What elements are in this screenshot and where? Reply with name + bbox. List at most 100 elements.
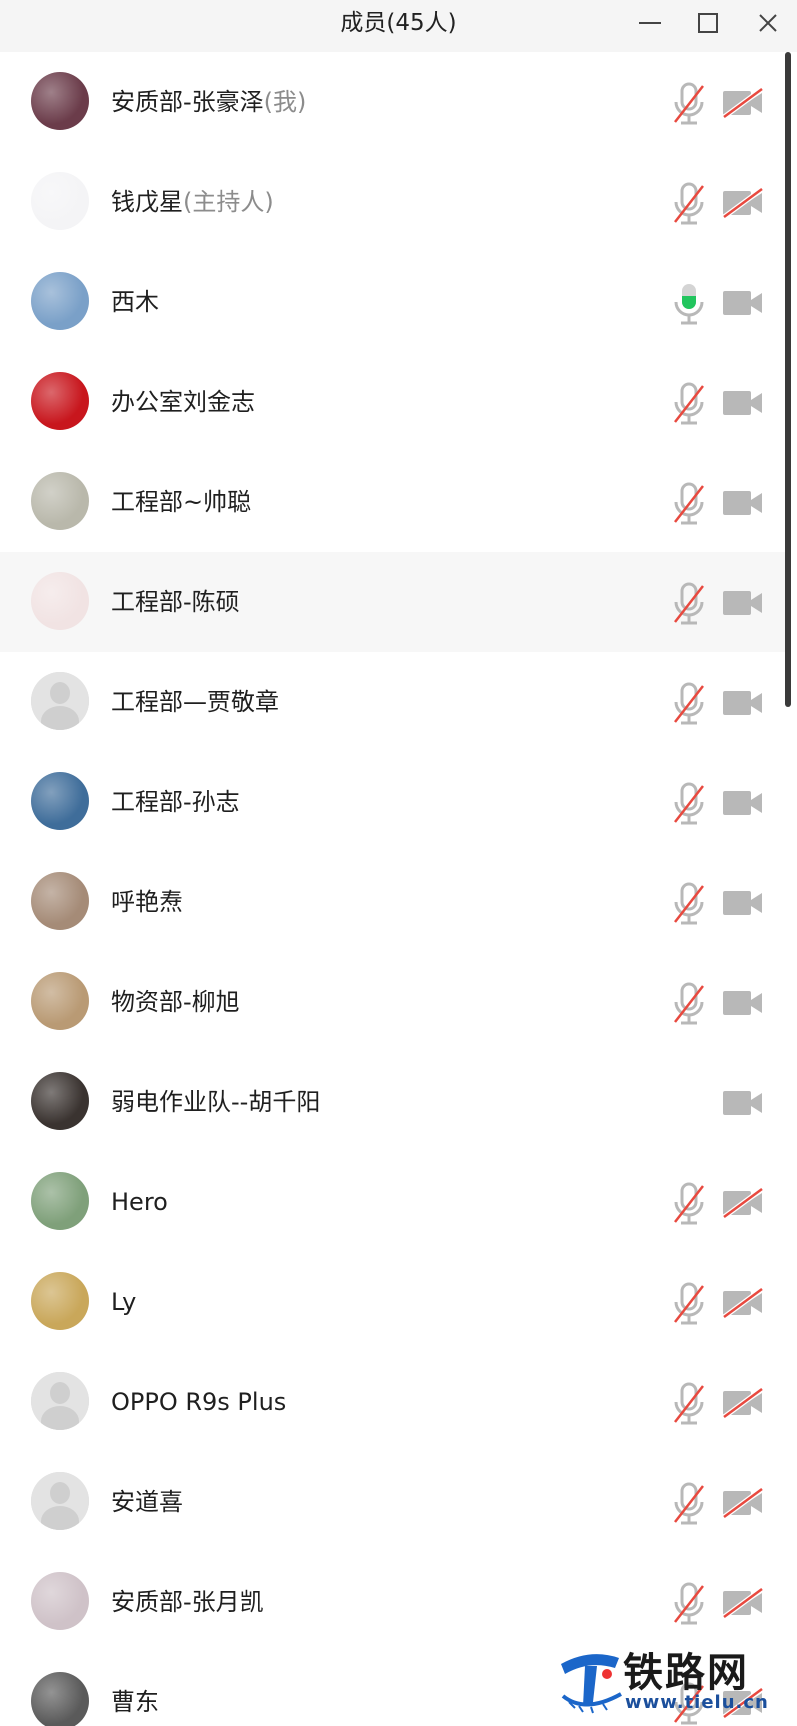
avatar [31,372,89,430]
camera-icon[interactable] [722,788,764,818]
microphone-icon[interactable] [672,1482,706,1526]
avatar [31,472,89,530]
member-row[interactable]: 物资部-柳旭 [0,952,786,1052]
microphone-icon[interactable] [672,482,706,526]
microphone-icon[interactable] [672,1182,706,1226]
camera-icon[interactable] [722,1488,764,1518]
microphone-icon[interactable] [672,782,706,826]
member-row[interactable]: 弱电作业队--胡千阳 [0,1052,786,1152]
member-name-text: 安质部-张豪泽 [111,88,264,116]
default-avatar-icon [31,1472,89,1530]
member-row[interactable]: 安质部-张月凯 [0,1552,786,1652]
avatar [31,72,89,130]
member-name-text: 工程部~帅聪 [111,488,252,516]
member-name-text: 呼艳焘 [111,888,183,916]
microphone-icon[interactable] [672,1282,706,1326]
avatar [31,1072,89,1130]
member-role: (我) [263,88,307,116]
microphone-icon[interactable] [672,82,706,126]
member-name-text: Ly [111,1288,137,1316]
avatar [31,1672,89,1726]
close-icon [759,14,777,32]
member-name-text: 西木 [111,288,159,316]
avatar [31,1272,89,1330]
member-name-text: 物资部-柳旭 [111,988,240,1016]
member-row[interactable]: 安道喜 [0,1452,786,1552]
member-row[interactable]: OPPO R9s Plus [0,1352,786,1452]
member-row[interactable]: 工程部—贾敬章 [0,652,786,752]
member-name-text: 弱电作业队--胡千阳 [111,1088,321,1116]
camera-icon[interactable] [722,288,764,318]
minimize-button[interactable] [628,6,672,40]
watermark-brand: 铁路网 [623,1650,749,1696]
tielu-logo-icon [561,1654,622,1714]
microphone-icon[interactable] [672,282,706,326]
member-row[interactable]: 工程部-孙志 [0,752,786,852]
member-row[interactable]: 工程部-陈硕 [0,552,786,652]
microphone-icon[interactable] [672,1382,706,1426]
member-name-text: 工程部—贾敬章 [111,688,279,716]
member-row[interactable]: Hero [0,1152,786,1252]
microphone-icon[interactable] [672,982,706,1026]
member-name-text: 工程部-陈硕 [111,588,240,616]
avatar [31,972,89,1030]
member-name: 曹东 [111,1652,159,1726]
camera-icon[interactable] [722,1188,764,1218]
member-name: 物资部-柳旭 [111,952,240,1052]
camera-icon[interactable] [722,588,764,618]
member-name: 安质部-张豪泽(我) [111,52,306,152]
microphone-icon[interactable] [672,582,706,626]
camera-icon[interactable] [722,1388,764,1418]
camera-icon[interactable] [722,388,764,418]
avatar [31,872,89,930]
member-name: OPPO R9s Plus [111,1352,286,1452]
watermark-url: www.tielu.cn [625,1692,769,1713]
member-row[interactable]: Ly [0,1252,786,1352]
microphone-icon[interactable] [672,882,706,926]
member-name: 安道喜 [111,1452,183,1552]
member-row[interactable]: 西木 [0,252,786,352]
avatar [31,772,89,830]
default-avatar-icon [31,672,89,730]
maximize-icon [698,13,718,33]
member-name-text: 安质部-张月凯 [111,1588,264,1616]
member-name: 工程部—贾敬章 [111,652,279,752]
member-name: 呼艳焘 [111,852,183,952]
scrollbar-thumb[interactable] [785,52,791,707]
microphone-icon[interactable] [672,382,706,426]
camera-icon[interactable] [722,1088,764,1118]
member-row[interactable]: 呼艳焘 [0,852,786,952]
minimize-icon [639,22,661,24]
camera-icon[interactable] [722,88,764,118]
microphone-icon[interactable] [672,1582,706,1626]
member-list[interactable]: 安质部-张豪泽(我) 钱戊星(主持人) 西木 办公室刘金志 工程部~帅聪 工程部-陈硕 工程… [0,52,786,1726]
microphone-icon[interactable] [672,182,706,226]
member-name: 西木 [111,252,159,352]
camera-icon[interactable] [722,888,764,918]
default-avatar-icon [31,1372,89,1430]
member-row[interactable]: 钱戊星(主持人) [0,152,786,252]
member-name-text: 办公室刘金志 [111,388,255,416]
member-name: Ly [111,1252,136,1352]
camera-icon[interactable] [722,988,764,1018]
microphone-icon[interactable] [672,682,706,726]
member-row[interactable]: 办公室刘金志 [0,352,786,452]
member-row[interactable]: 安质部-张豪泽(我) [0,52,786,152]
camera-icon[interactable] [722,688,764,718]
member-name: 办公室刘金志 [111,352,255,452]
member-role: (主持人) [183,188,274,216]
member-name: 安质部-张月凯 [111,1552,264,1652]
close-button[interactable] [746,6,790,40]
camera-icon[interactable] [722,188,764,218]
camera-icon[interactable] [722,488,764,518]
camera-icon[interactable] [722,1588,764,1618]
member-name-text: 安道喜 [111,1488,183,1516]
member-row[interactable]: 工程部~帅聪 [0,452,786,552]
avatar [31,572,89,630]
title-bar: 成员(45人) [0,0,797,52]
member-name-text: OPPO R9s Plus [111,1388,287,1416]
member-name: 工程部-孙志 [111,752,240,852]
camera-icon[interactable] [722,1288,764,1318]
avatar [31,1172,89,1230]
maximize-button[interactable] [686,6,730,40]
